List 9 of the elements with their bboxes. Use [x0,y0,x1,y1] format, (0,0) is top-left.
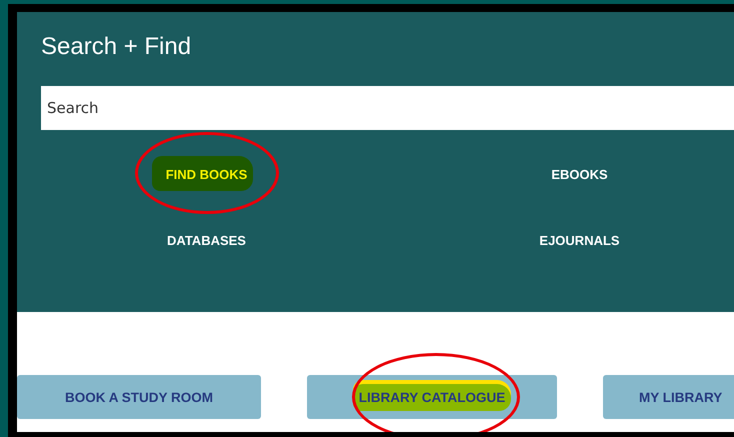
nav-link[interactable]: FIND BOOKS [166,166,248,182]
section-title: Search + Find [41,32,192,62]
nav-link[interactable]: EJOURNALS [539,232,620,248]
nav-link[interactable]: DATABASES [167,232,246,248]
quick-link-button[interactable]: LIBRARY CATALOGUE [307,375,557,419]
quick-link-button[interactable]: BOOK A STUDY ROOM [17,375,261,419]
quick-link-button[interactable]: MY LIBRARY [603,375,734,419]
search-field[interactable]: Search [41,86,734,130]
nav-link[interactable]: EBOOKS [551,166,608,182]
